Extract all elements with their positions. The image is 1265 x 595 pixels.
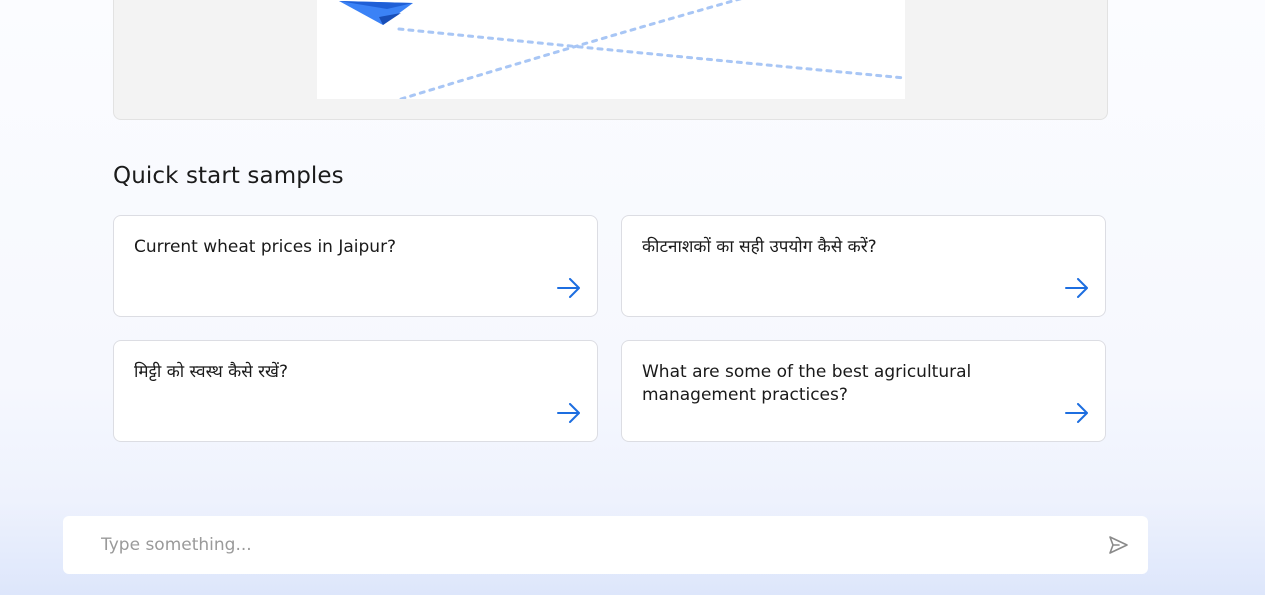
- paper-plane-icon: [339, 1, 413, 25]
- sample-card-text: मिट्टी को स्वस्थ कैसे रखें?: [134, 362, 288, 382]
- arrow-right-icon: [557, 278, 580, 298]
- section-title: Quick start samples: [113, 163, 344, 189]
- sample-card-3[interactable]: मिट्टी को स्वस्थ कैसे रखें?: [113, 340, 598, 442]
- hero-banner: [113, 0, 1108, 120]
- sample-card-4[interactable]: What are some of the best agricultural m…: [621, 340, 1106, 442]
- send-icon: [1109, 536, 1128, 554]
- sample-card-1[interactable]: Current wheat prices in Jaipur?: [113, 215, 598, 317]
- send-button[interactable]: [1106, 533, 1130, 557]
- arrow-right-icon: [1065, 278, 1088, 298]
- sample-card-text: What are some of the best agricultural m…: [642, 362, 972, 405]
- arrow-right-icon: [557, 403, 580, 423]
- message-input[interactable]: [101, 530, 1081, 560]
- sample-card-text: Current wheat prices in Jaipur?: [134, 237, 397, 257]
- arrow-right-icon: [1065, 403, 1088, 423]
- hero-illustration: [317, 0, 905, 99]
- sample-card-text: कीटनाशकों का सही उपयोग कैसे करें?: [642, 237, 877, 257]
- paper-plane-illustration: [339, 0, 905, 99]
- message-composer: [63, 516, 1148, 574]
- sample-card-2[interactable]: कीटनाशकों का सही उपयोग कैसे करें?: [621, 215, 1106, 317]
